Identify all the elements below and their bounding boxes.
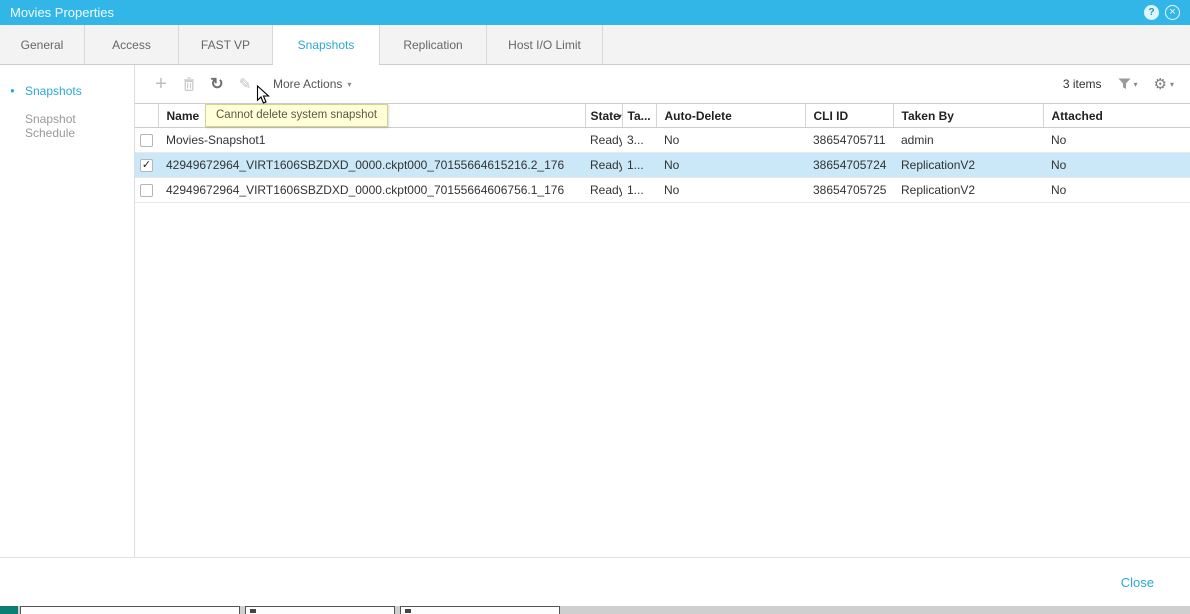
filter-funnel-icon [1118, 78, 1131, 90]
cell-cli-id: 38654705725 [805, 178, 893, 203]
refresh-button[interactable]: ↻ [203, 74, 231, 94]
tiny-icon [250, 609, 256, 613]
tiny-icon [405, 609, 411, 613]
title-bar: Movies Properties ? × [0, 0, 1190, 25]
gear-icon: ⚙ [1154, 75, 1167, 93]
close-button[interactable]: Close [1121, 575, 1154, 590]
cell-taken-by: admin [893, 128, 1043, 153]
active-bullet-icon: ● [10, 87, 18, 95]
chevron-down-icon: ▾ [347, 80, 351, 89]
items-count: 3 items [1063, 77, 1102, 91]
trash-icon [183, 77, 195, 91]
cell-name: 42949672964_VIRT1606SBZDXD_0000.ckpt000_… [158, 153, 585, 178]
cell-taken: 1... [622, 153, 656, 178]
column-header-state[interactable]: State ▾ [585, 104, 622, 128]
tab-bar: General Access FAST VP Snapshots Replica… [0, 25, 1190, 65]
table-row[interactable]: 42949672964_VIRT1606SBZDXD_0000.ckpt000_… [135, 178, 1190, 203]
table-row[interactable]: Movies-Snapshot1 Ready 3... No 386547057… [135, 128, 1190, 153]
background-panel-fragment [20, 606, 240, 614]
background-teal-fragment [0, 606, 18, 614]
row-checkbox[interactable] [140, 134, 153, 147]
header-checkbox-cell [135, 104, 158, 128]
cell-auto-delete: No [656, 128, 805, 153]
table-row[interactable]: ✓ 42949672964_VIRT1606SBZDXD_0000.ckpt00… [135, 153, 1190, 178]
tab-replication[interactable]: Replication [380, 25, 487, 64]
chevron-down-icon: ▾ [1134, 80, 1138, 89]
check-icon: ✓ [142, 160, 151, 171]
column-header-auto-delete[interactable]: Auto-Delete [656, 104, 805, 128]
sidebar: ● Snapshots Snapshot Schedule [0, 65, 135, 557]
sidebar-item-label: Snapshots [25, 84, 82, 98]
tooltip: Cannot delete system snapshot [205, 104, 388, 127]
edit-snapshot-button[interactable]: ✎ [231, 75, 259, 93]
tab-host-io-limit[interactable]: Host I/O Limit [487, 25, 603, 64]
tab-fast-vp[interactable]: FAST VP [179, 25, 273, 64]
column-header-label: State [591, 109, 620, 123]
filter-button[interactable]: ▾ [1118, 78, 1138, 90]
sort-desc-icon: ▾ [617, 112, 621, 121]
more-actions-button[interactable]: More Actions ▾ [273, 77, 351, 91]
movies-properties-dialog: Movies Properties ? × General Access FAS… [0, 0, 1190, 614]
cell-auto-delete: No [656, 178, 805, 203]
column-header-cli-id[interactable]: CLI ID [805, 104, 893, 128]
row-checkbox[interactable]: ✓ [140, 159, 153, 172]
cell-attached: No [1043, 153, 1190, 178]
column-header-taken-by[interactable]: Taken By [893, 104, 1043, 128]
cell-taken-by: ReplicationV2 [893, 178, 1043, 203]
sidebar-item-label: Snapshot Schedule [25, 112, 126, 140]
cell-attached: No [1043, 178, 1190, 203]
cell-state: Ready [585, 153, 622, 178]
cell-cli-id: 38654705724 [805, 153, 893, 178]
cell-taken: 1... [622, 178, 656, 203]
background-panel-fragment [245, 606, 395, 614]
cell-state: Ready [585, 178, 622, 203]
background-window-strip [0, 606, 1190, 614]
cell-taken: 3... [622, 128, 656, 153]
add-snapshot-button[interactable]: + [147, 73, 175, 96]
sidebar-item-snapshot-schedule[interactable]: Snapshot Schedule [0, 105, 134, 147]
dialog-body: ● Snapshots Snapshot Schedule + [0, 65, 1190, 557]
column-header-attached[interactable]: Attached [1043, 104, 1190, 128]
column-header-taken[interactable]: Ta... [622, 104, 656, 128]
content-pane: + ↻ ✎ More Actions ▾ [135, 65, 1190, 557]
cell-taken-by: ReplicationV2 [893, 153, 1043, 178]
cell-name: Movies-Snapshot1 [158, 128, 585, 153]
close-icon[interactable]: × [1165, 5, 1180, 20]
more-actions-label: More Actions [273, 77, 342, 91]
cell-state: Ready [585, 128, 622, 153]
sidebar-item-snapshots[interactable]: ● Snapshots [0, 77, 134, 105]
cell-name: 42949672964_VIRT1606SBZDXD_0000.ckpt000_… [158, 178, 585, 203]
snapshot-toolbar: + ↻ ✎ More Actions ▾ [135, 65, 1190, 103]
titlebar-icons: ? × [1144, 5, 1180, 20]
row-checkbox[interactable] [140, 184, 153, 197]
toolbar-right-group: 3 items ▾ ⚙ ▾ [1063, 75, 1174, 93]
dialog-title: Movies Properties [10, 5, 114, 20]
dialog-footer: Close [0, 557, 1190, 606]
cell-auto-delete: No [656, 153, 805, 178]
chevron-down-icon: ▾ [1170, 80, 1174, 89]
help-icon[interactable]: ? [1144, 5, 1159, 20]
cell-attached: No [1043, 128, 1190, 153]
settings-button[interactable]: ⚙ ▾ [1154, 75, 1174, 93]
delete-snapshot-button[interactable] [175, 77, 203, 91]
tab-snapshots[interactable]: Snapshots [273, 25, 380, 64]
background-panel-fragment [400, 606, 560, 614]
cell-cli-id: 38654705711 [805, 128, 893, 153]
tab-access[interactable]: Access [85, 25, 179, 64]
tab-general[interactable]: General [0, 25, 85, 64]
